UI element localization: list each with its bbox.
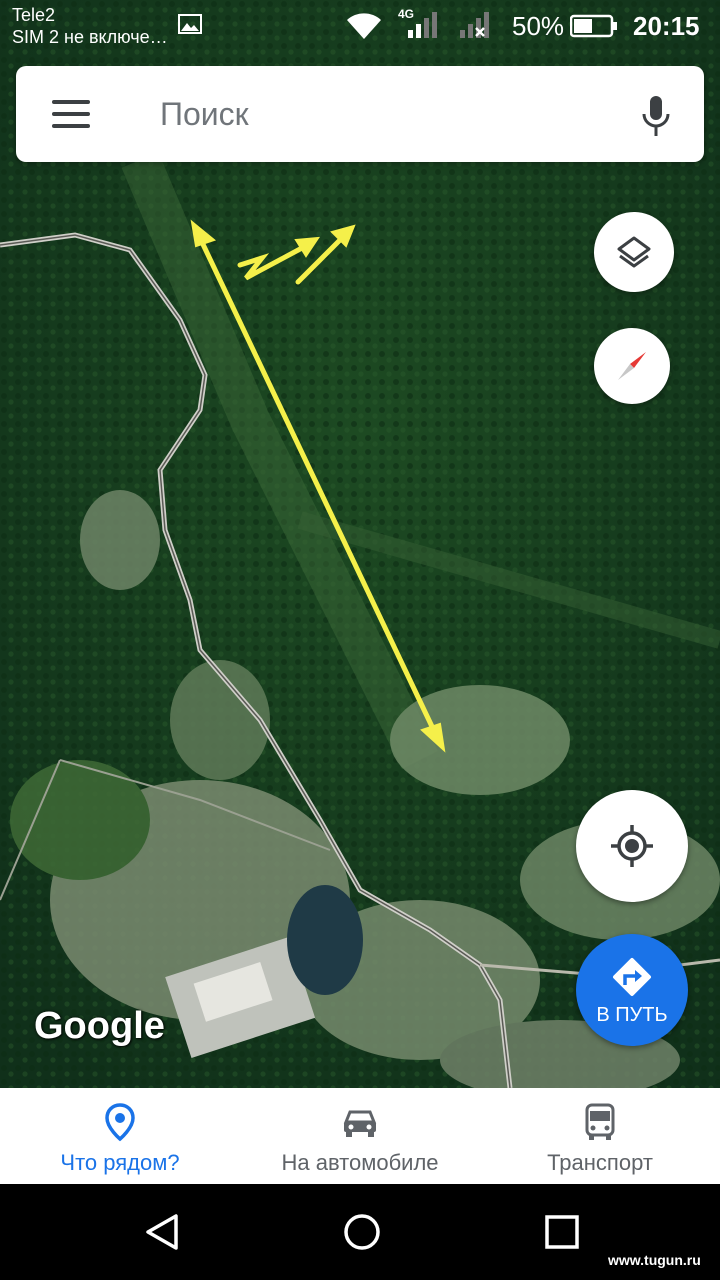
battery-icon [570,14,617,38]
status-bar: Tele2 SIM 2 не включе… 4G 50% 20:15 [0,0,720,52]
wifi-icon [347,13,381,39]
search-bar[interactable] [16,66,704,162]
tab-transit[interactable]: Транспорт [480,1088,720,1184]
go-label: В ПУТЬ [596,1003,668,1026]
map-canvas [0,0,720,1088]
menu-icon[interactable] [52,100,90,128]
carrier-name: Tele2 [12,5,56,25]
directions-icon [613,957,651,996]
battery-percent: 50% [512,11,565,41]
bottom-navigation: Что рядом? На автомобиле Транспорт [0,1088,720,1184]
watermark: www.tugun.ru [608,1252,701,1268]
tab-explore-label: Что рядом? [60,1150,180,1175]
search-input[interactable] [160,92,600,136]
home-icon[interactable] [342,1212,382,1252]
google-attribution: Google [34,1005,165,1047]
sim2-status: SIM 2 не включе… [12,27,168,47]
bus-icon [585,1103,615,1140]
explore-pin-icon [105,1103,135,1142]
tab-driving-label: На автомобиле [281,1150,439,1175]
car-icon [343,1110,377,1137]
directions-go-button[interactable]: В ПУТЬ [576,934,688,1046]
compass-button[interactable] [594,328,670,404]
satellite-map[interactable] [0,0,720,1088]
clock: 20:15 [633,11,700,41]
recents-icon[interactable] [542,1212,582,1252]
crosshair-location-icon [611,825,653,867]
compass-icon [618,352,646,380]
tab-driving[interactable]: На автомобиле [240,1088,480,1184]
signal-strength-sim1-icon [408,12,437,38]
tab-transit-label: Транспорт [547,1150,653,1175]
microphone-icon[interactable] [636,94,676,138]
layers-icon [617,236,651,268]
my-location-button[interactable] [576,790,688,902]
gallery-icon [178,14,202,34]
tab-explore[interactable]: Что рядом? [0,1088,240,1184]
layers-button[interactable] [594,212,674,292]
back-icon[interactable] [142,1212,182,1252]
signal-strength-sim2-icon [460,12,489,38]
system-navigation-bar: www.tugun.ru [0,1184,720,1280]
pond [287,885,363,995]
